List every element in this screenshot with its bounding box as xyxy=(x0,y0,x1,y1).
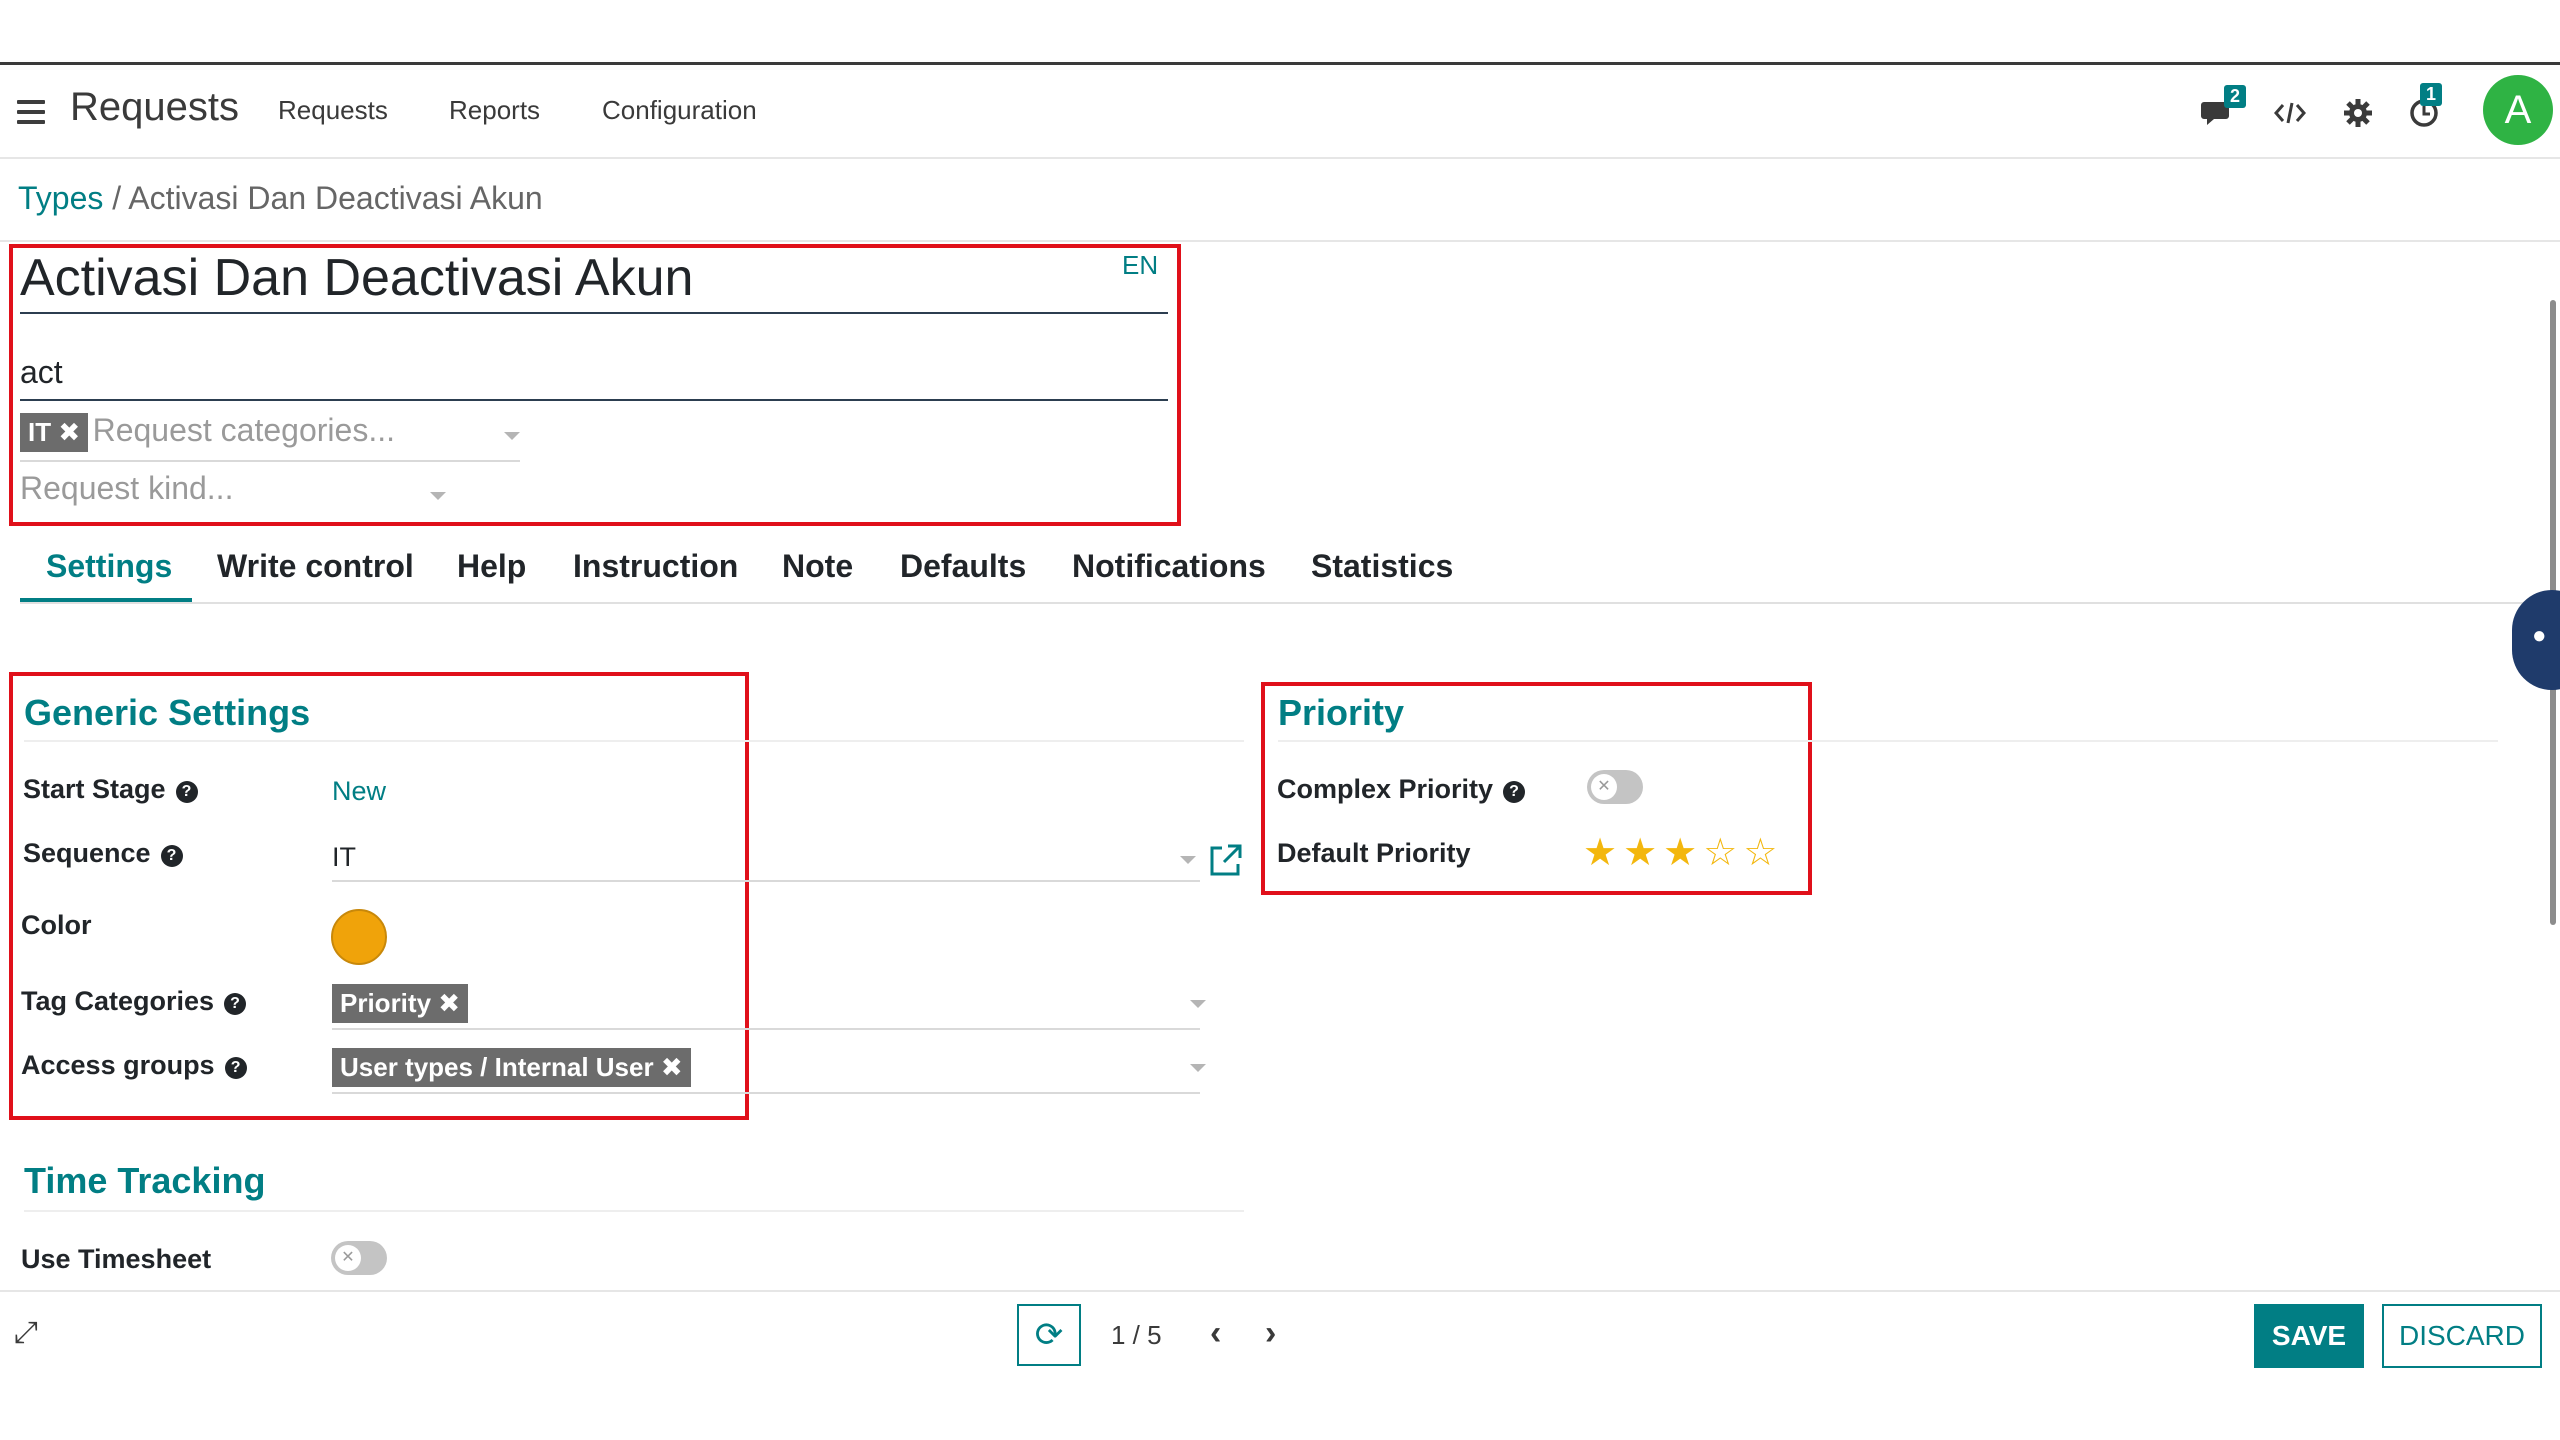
chevron-down-icon[interactable] xyxy=(1180,856,1196,864)
top-navbar: Requests Requests Reports Configuration … xyxy=(0,65,2560,159)
category-tag-label: IT xyxy=(28,417,52,447)
tag-categories-underline xyxy=(332,1028,1200,1030)
help-icon[interactable]: ? xyxy=(1503,781,1526,803)
priority-tag-label: Priority xyxy=(340,988,432,1018)
sequence-value[interactable]: IT xyxy=(332,842,356,873)
save-button[interactable]: SAVE xyxy=(2254,1304,2364,1368)
tab-write-control[interactable]: Write control xyxy=(217,548,414,585)
tab-instruction[interactable]: Instruction xyxy=(573,548,738,585)
tag-categories-label: Tag Categories? xyxy=(21,986,247,1017)
generic-settings-title: Generic Settings xyxy=(24,692,311,733)
pager-value[interactable]: 1 / 5 xyxy=(1111,1320,1162,1351)
activity-badge: 1 xyxy=(2420,83,2443,106)
help-icon[interactable]: ? xyxy=(224,993,247,1015)
start-stage-label: Start Stage? xyxy=(23,774,198,805)
use-timesheet-label: Use Timesheet xyxy=(21,1244,212,1274)
form-tabs: Settings Write control Help Instruction … xyxy=(20,540,2540,604)
access-groups-label: Access groups? xyxy=(21,1050,247,1081)
categories-placeholder: Request categories... xyxy=(92,412,395,448)
category-tag: IT ✖ xyxy=(20,413,89,452)
chevron-down-icon[interactable] xyxy=(1190,1000,1206,1008)
breadcrumb: Types / Activasi Dan Deactivasi Akun xyxy=(18,180,543,217)
chevron-down-icon[interactable] xyxy=(504,432,520,440)
remove-tag-icon[interactable]: ✖ xyxy=(661,1052,683,1082)
hamburger-icon[interactable] xyxy=(17,100,45,124)
kind-placeholder: Request kind... xyxy=(20,470,234,506)
refresh-icon: ⟳ xyxy=(1034,1316,1064,1354)
color-swatch[interactable] xyxy=(331,909,387,965)
star-empty-icon[interactable]: ☆ xyxy=(1743,832,1783,874)
color-label: Color xyxy=(21,910,92,940)
language-toggle[interactable]: EN xyxy=(1122,250,1158,281)
code-icon[interactable] xyxy=(2268,91,2312,135)
default-priority-label: Default Priority xyxy=(1277,838,1471,868)
tab-help[interactable]: Help xyxy=(457,548,526,585)
start-stage-value[interactable]: New xyxy=(332,776,386,807)
priority-tag: Priority ✖ xyxy=(332,984,469,1023)
remove-tag-icon[interactable]: ✖ xyxy=(438,988,460,1018)
expand-icon[interactable]: ⤢ xyxy=(14,1316,38,1350)
star-filled-icon[interactable]: ★ xyxy=(1663,832,1703,874)
tab-settings[interactable]: Settings xyxy=(46,548,172,585)
star-filled-icon[interactable]: ★ xyxy=(1623,832,1663,874)
chevron-left-icon: ‹ xyxy=(1210,1314,1222,1352)
section-divider xyxy=(1278,740,2498,742)
request-categories-field[interactable]: IT ✖ Request categories... xyxy=(20,412,520,462)
use-timesheet-toggle[interactable]: ✕ xyxy=(331,1241,387,1275)
internal-user-tag: User types / Internal User ✖ xyxy=(332,1048,691,1087)
chat-icon: ● xyxy=(2532,622,2547,649)
external-link-icon[interactable] xyxy=(1208,842,1244,878)
messages-badge: 2 xyxy=(2224,85,2247,108)
breadcrumb-parent[interactable]: Types xyxy=(18,180,103,216)
tab-statistics[interactable]: Statistics xyxy=(1311,548,1453,585)
section-divider xyxy=(24,1210,1244,1212)
tab-defaults[interactable]: Defaults xyxy=(900,548,1026,585)
breadcrumb-separator: / xyxy=(103,180,129,216)
complex-priority-toggle[interactable]: ✕ xyxy=(1587,770,1643,804)
help-icon[interactable]: ? xyxy=(160,845,183,867)
chevron-down-icon[interactable] xyxy=(1190,1064,1206,1072)
app-title[interactable]: Requests xyxy=(70,85,239,130)
breadcrumb-divider xyxy=(0,240,2560,242)
menu-configuration[interactable]: Configuration xyxy=(602,95,757,126)
reload-button[interactable]: ⟳ xyxy=(1017,1304,1081,1366)
chevron-right-icon: › xyxy=(1265,1314,1277,1352)
access-groups-underline xyxy=(332,1092,1200,1094)
tab-notifications[interactable]: Notifications xyxy=(1072,548,1266,585)
help-icon[interactable]: ? xyxy=(224,1057,247,1079)
previous-record-button[interactable]: ‹ xyxy=(1210,1314,1221,1353)
section-divider xyxy=(24,740,1244,742)
default-priority-rating[interactable]: ★★★☆☆ xyxy=(1583,830,1783,875)
priority-title: Priority xyxy=(1278,692,1405,733)
chat-widget-button[interactable]: ● xyxy=(2512,590,2560,690)
code-field[interactable]: act xyxy=(20,354,1168,401)
tag-categories-field[interactable]: Priority ✖ xyxy=(332,984,469,1023)
breadcrumb-current: Activasi Dan Deactivasi Akun xyxy=(128,180,543,216)
toggle-off-icon: ✕ xyxy=(335,1245,361,1271)
internal-user-tag-label: User types / Internal User xyxy=(340,1052,654,1082)
chevron-down-icon[interactable] xyxy=(430,492,446,500)
active-tab-indicator xyxy=(20,598,192,602)
sequence-field-underline xyxy=(332,880,1200,882)
gear-icon[interactable] xyxy=(2336,91,2380,135)
bottom-toolbar: ⤢ ⟳ 1 / 5 ‹ › SAVE DISCARD xyxy=(0,1290,2560,1378)
avatar[interactable]: A xyxy=(2483,75,2553,145)
access-groups-field[interactable]: User types / Internal User ✖ xyxy=(332,1048,691,1087)
discard-button[interactable]: DISCARD xyxy=(2382,1304,2542,1368)
tab-note[interactable]: Note xyxy=(782,548,853,585)
next-record-button[interactable]: › xyxy=(1265,1314,1276,1353)
time-tracking-title: Time Tracking xyxy=(24,1160,266,1201)
request-kind-field[interactable]: Request kind... xyxy=(20,470,450,514)
toggle-off-icon: ✕ xyxy=(1591,774,1617,800)
name-field[interactable]: Activasi Dan Deactivasi Akun xyxy=(20,248,1168,314)
complex-priority-label: Complex Priority? xyxy=(1277,774,1526,805)
star-empty-icon[interactable]: ☆ xyxy=(1703,832,1743,874)
menu-requests[interactable]: Requests xyxy=(278,95,388,126)
star-filled-icon[interactable]: ★ xyxy=(1583,832,1623,874)
sequence-label: Sequence? xyxy=(23,838,183,869)
help-icon[interactable]: ? xyxy=(175,781,198,803)
menu-reports[interactable]: Reports xyxy=(449,95,540,126)
remove-tag-icon[interactable]: ✖ xyxy=(58,417,80,447)
